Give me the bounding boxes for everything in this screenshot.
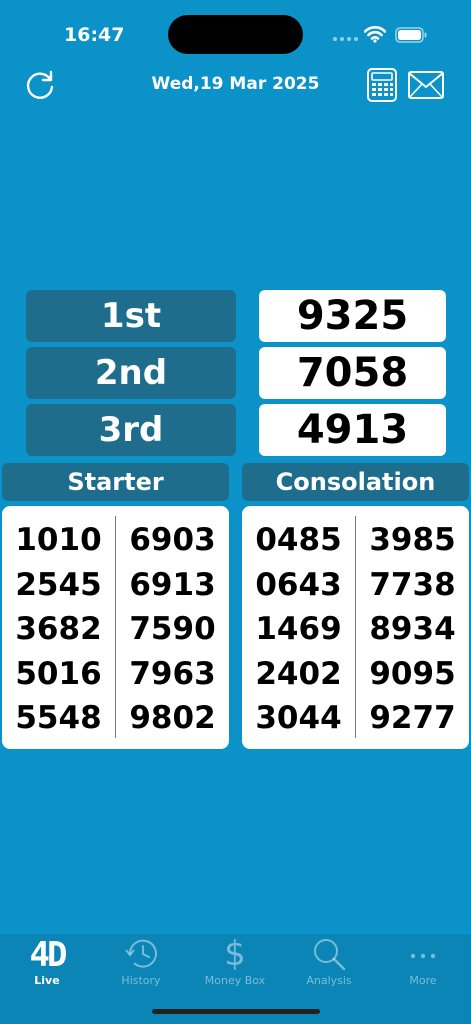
status-bar: 16:47 [0, 0, 471, 70]
consolation-left-column: 0485 0643 1469 2402 3044 [242, 518, 355, 741]
mail-icon[interactable] [407, 70, 445, 100]
starter-header: Starter [2, 463, 229, 501]
battery-icon [395, 27, 427, 43]
dollar-icon: $ [224, 934, 246, 974]
prize-number: 7058 [259, 347, 446, 399]
starter-number: 9802 [129, 700, 216, 737]
prize-row-2nd: 2nd 7058 [26, 347, 446, 399]
4d-logo-icon: 4D [29, 935, 68, 975]
home-indicator [152, 1009, 320, 1014]
consolation-panel: 0485 0643 1469 2402 3044 3985 7738 8934 … [242, 506, 469, 749]
tab-money-box[interactable]: $ Money Box [188, 934, 282, 994]
search-icon [314, 939, 346, 971]
prize-label: 1st [26, 290, 236, 342]
consolation-number: 1469 [255, 611, 342, 648]
prize-label: 3rd [26, 404, 236, 456]
starter-number: 3682 [15, 611, 102, 648]
consolation-number: 0643 [255, 566, 342, 603]
consolation-header: Consolation [242, 463, 469, 501]
history-icon [125, 939, 157, 968]
prize-number: 4913 [259, 404, 446, 456]
tab-label: More [409, 974, 437, 987]
consolation-number: 7738 [369, 566, 456, 603]
tab-more[interactable]: More [376, 934, 470, 994]
starter-number: 2545 [15, 566, 102, 603]
tab-history[interactable]: History [94, 934, 188, 994]
draw-date: Wed,19 Mar 2025 [151, 74, 320, 94]
prize-row-1st: 1st 9325 [26, 290, 446, 342]
top-toolbar: Wed,19 Mar 2025 [0, 62, 471, 108]
consolation-number: 0485 [255, 522, 342, 559]
consolation-number: 3985 [369, 522, 456, 559]
tab-analysis[interactable]: Analysis [282, 934, 376, 994]
starter-panel: 1010 2545 3682 5016 5548 6903 6913 7590 … [2, 506, 229, 749]
tab-label: Live [34, 974, 60, 987]
starter-number: 6913 [129, 566, 216, 603]
cellular-signal-icon [333, 37, 358, 41]
consolation-number: 9277 [369, 700, 456, 737]
starter-number: 5548 [15, 700, 102, 737]
consolation-number: 3044 [255, 700, 342, 737]
refresh-icon[interactable] [22, 67, 58, 103]
status-time: 16:47 [64, 24, 125, 46]
starter-number: 5016 [15, 655, 102, 692]
starter-number: 1010 [15, 522, 102, 559]
consolation-number: 9095 [369, 655, 456, 692]
consolation-right-column: 3985 7738 8934 9095 9277 [356, 518, 469, 741]
wifi-icon [364, 26, 386, 43]
starter-right-column: 6903 6913 7590 7963 9802 [116, 518, 229, 741]
prize-row-3rd: 3rd 4913 [26, 404, 446, 456]
starter-number: 7590 [129, 611, 216, 648]
tab-label: Money Box [204, 974, 266, 987]
starter-number: 7963 [129, 655, 216, 692]
consolation-number: 8934 [369, 611, 456, 648]
calculator-icon[interactable] [366, 67, 398, 103]
dynamic-island [168, 15, 303, 54]
prize-number: 9325 [259, 290, 446, 342]
consolation-number: 2402 [255, 655, 342, 692]
prize-label: 2nd [26, 347, 236, 399]
starter-number: 6903 [129, 522, 216, 559]
starter-left-column: 1010 2545 3682 5016 5548 [2, 518, 115, 741]
tab-label: Analysis [306, 974, 352, 987]
tab-live[interactable]: 4D Live [0, 934, 94, 994]
more-icon [410, 953, 436, 959]
tab-label: History [121, 974, 161, 987]
